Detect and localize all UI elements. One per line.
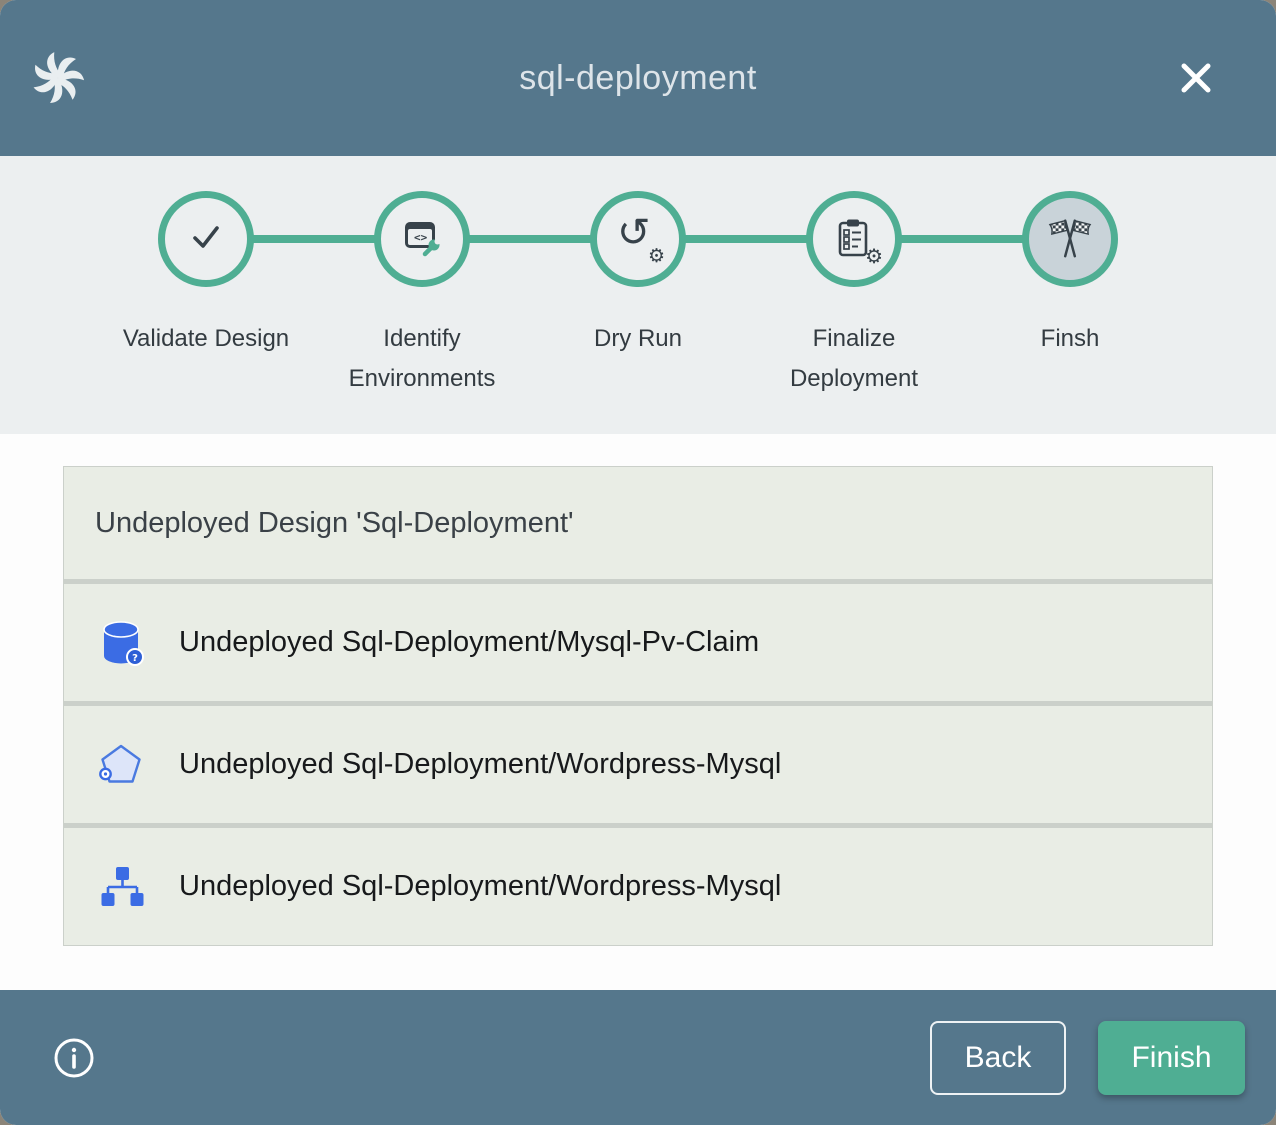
svg-text:<>: <> [414, 231, 428, 244]
code-window-wrench-icon: <> [400, 215, 444, 264]
clipboard-checklist-gear-icon: ⚙ [831, 216, 877, 262]
info-button[interactable] [52, 1036, 96, 1080]
step-circle [158, 191, 254, 287]
step-finish: Finsh [962, 191, 1178, 434]
footer-actions: Back Finish [930, 1021, 1245, 1095]
step-circle: <> [374, 191, 470, 287]
result-text: Undeployed Sql-Deployment/Mysql-Pv-Claim [179, 626, 759, 659]
dry-run-history-gear-icon: ↺ ⚙ [615, 216, 661, 262]
deployment-results-panel: Undeployed Design 'Sql-Deployment' ? Und… [63, 466, 1213, 946]
step-finalize-deployment: ⚙ Finalize Deployment [746, 191, 962, 434]
checkered-flags-icon [1047, 214, 1093, 265]
titlebar: sql-deployment [0, 0, 1276, 156]
step-validate-design: Validate Design [98, 191, 314, 434]
step-circle [1022, 191, 1118, 287]
result-row-pv-claim: ? Undeployed Sql-Deployment/Mysql-Pv-Cla… [64, 584, 1212, 701]
stepper: Validate Design <> Ide [0, 156, 1276, 434]
step-circle: ↺ ⚙ [590, 191, 686, 287]
step-label: Finsh [1041, 319, 1100, 359]
step-dry-run: ↺ ⚙ Dry Run [530, 191, 746, 434]
deployment-wizard-dialog: sql-deployment Va [0, 0, 1276, 1125]
stepper-track: Validate Design <> Ide [98, 191, 1178, 434]
result-text: Undeployed Sql-Deployment/Wordpress-Mysq… [179, 748, 781, 781]
dialog-title: sql-deployment [0, 59, 1276, 98]
database-icon: ? [97, 619, 145, 667]
info-icon [52, 1068, 96, 1083]
close-button[interactable] [1172, 54, 1220, 102]
dialog-body: Undeployed Design 'Sql-Deployment' ? Und… [0, 434, 1276, 990]
check-icon [184, 215, 228, 264]
step-label: Identify Environments [332, 319, 512, 399]
dialog-footer: Back Finish [0, 990, 1276, 1125]
result-text: Undeployed Design 'Sql-Deployment' [95, 507, 574, 540]
back-button[interactable]: Back [930, 1021, 1066, 1095]
result-row-design: Undeployed Design 'Sql-Deployment' [64, 467, 1212, 579]
finish-button[interactable]: Finish [1098, 1021, 1245, 1095]
close-icon [1172, 90, 1220, 105]
step-label: Finalize Deployment [764, 319, 944, 399]
result-row-wordpress-mysql-2: Undeployed Sql-Deployment/Wordpress-Mysq… [64, 828, 1212, 945]
hierarchy-icon [97, 863, 145, 911]
step-identify-environments: <> Identify Environments [314, 191, 530, 434]
step-label: Validate Design [123, 319, 289, 359]
svg-text:?: ? [132, 653, 138, 664]
step-label: Dry Run [594, 319, 682, 359]
result-text: Undeployed Sql-Deployment/Wordpress-Mysq… [179, 870, 781, 903]
step-circle: ⚙ [806, 191, 902, 287]
pentagon-shape-icon [97, 741, 145, 789]
result-row-wordpress-mysql-1: Undeployed Sql-Deployment/Wordpress-Mysq… [64, 706, 1212, 823]
